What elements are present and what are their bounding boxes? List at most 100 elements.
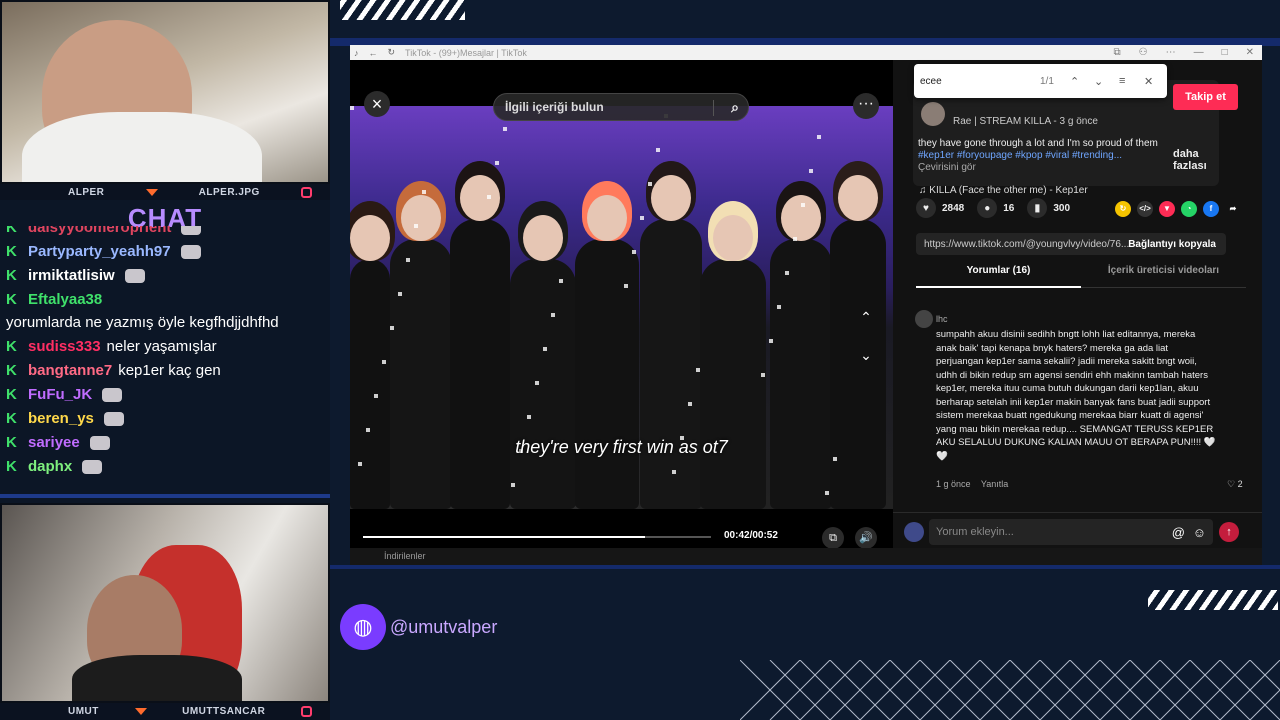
performer-body <box>350 259 390 509</box>
chat-username[interactable]: FuFu_JK <box>28 383 92 406</box>
hashtags[interactable]: #kep1er #foryoupage #kpop #viral #trendi… <box>918 150 1168 162</box>
kick-badge-icon: K <box>6 458 17 475</box>
find-prev-icon[interactable]: ⌃ <box>1070 75 1079 88</box>
music-line[interactable]: ♫ KILLA (Face the other me) - Kep1er <box>919 185 1088 196</box>
emote-icon <box>180 245 201 259</box>
video-progress-fill <box>363 536 645 538</box>
tab-comments[interactable]: Yorumlar (16) <box>916 258 1081 288</box>
confetti <box>817 135 821 139</box>
confetti <box>761 373 765 377</box>
performer-face <box>838 175 878 221</box>
chat-username[interactable]: bangtanne7 <box>28 359 112 382</box>
chat-username[interactable]: daphx <box>28 455 72 478</box>
share-arrow-icon[interactable]: ➦ <box>1225 201 1241 217</box>
find-query-input[interactable]: ecee <box>920 76 942 87</box>
bookmark-icon[interactable]: ▮ <box>1027 198 1048 218</box>
copy-link-button[interactable]: Bağlantıyı kopyala <box>1128 239 1216 250</box>
follow-button[interactable]: Takip et <box>1173 84 1238 110</box>
volume-icon[interactable]: 🔊 <box>855 527 877 549</box>
video-player[interactable]: × İlgili içeriği bulun ⌕ ··· ⌃ ⌄ they're… <box>350 60 893 552</box>
commenter-avatar[interactable] <box>915 310 933 328</box>
cam-name-left: ALPER <box>68 186 105 198</box>
see-translation-link[interactable]: Çevirisini gör <box>918 162 1168 174</box>
picture-in-picture-icon[interactable]: ⧉ <box>822 527 844 549</box>
performer-face <box>587 195 627 241</box>
heart-icon[interactable]: ♥ <box>916 198 936 218</box>
comment-count: 16 <box>1003 202 1015 214</box>
more-options-button[interactable]: ··· <box>853 93 879 119</box>
reload-icon[interactable]: ↻ <box>388 47 396 58</box>
confetti <box>366 428 370 432</box>
confetti <box>543 347 547 351</box>
like-stat[interactable]: ♥ 2848 <box>916 198 964 218</box>
comment-input[interactable]: Yorum ekleyin... @ ☺ <box>929 519 1213 545</box>
globe-icon: ◍ <box>340 604 386 650</box>
chat-username[interactable]: Partyparty_yeahh97 <box>28 240 171 263</box>
close-window-icon[interactable]: ✕ <box>1246 47 1254 58</box>
chat-username[interactable]: daisyyoomeroprient <box>28 226 171 239</box>
heart-outline-icon[interactable]: ♡ <box>1227 479 1235 489</box>
close-video-button[interactable]: × <box>364 91 390 117</box>
emoji-icon[interactable]: ☺ <box>1193 525 1206 540</box>
commenter-name[interactable]: lhc <box>936 314 948 324</box>
send-icon[interactable]: ▼ <box>1159 201 1175 217</box>
find-close-icon[interactable]: ✕ <box>1144 75 1153 88</box>
comment-stat[interactable]: ● 16 <box>977 198 1014 218</box>
whatsapp-icon[interactable]: ◔ <box>1181 201 1197 217</box>
related-search-input[interactable]: İlgili içeriği bulun ⌕ <box>493 93 749 121</box>
chat-message: Kberen_ys <box>6 407 324 430</box>
confetti <box>696 368 700 372</box>
music-title[interactable]: KILLA (Face the other me) - Kep1er <box>929 185 1087 196</box>
author-line[interactable]: Rae | STREAM KILLA - 3 g önce <box>953 116 1098 127</box>
confetti <box>382 360 386 364</box>
comment-icon[interactable]: ● <box>977 198 998 218</box>
minimize-icon[interactable]: — <box>1194 47 1204 58</box>
confetti <box>809 169 813 173</box>
profile-icon[interactable]: ⚇ <box>1139 47 1148 58</box>
chat-username[interactable]: sudiss333 <box>28 335 101 358</box>
confetti <box>398 292 402 296</box>
video-description: they have gone through a lot and I'm so … <box>918 138 1168 174</box>
video-time: 00:42/00:52 <box>724 530 778 541</box>
avatar[interactable] <box>921 102 945 126</box>
performer-face <box>350 215 390 261</box>
find-next-icon[interactable]: ⌄ <box>1094 75 1103 88</box>
chat-username[interactable]: sariyee <box>28 431 80 454</box>
performer-face <box>781 195 821 241</box>
chat-username[interactable]: Eftalyaa38 <box>28 288 102 311</box>
send-comment-button[interactable]: ↑ <box>1219 522 1239 542</box>
video-progress-bar[interactable] <box>363 536 711 538</box>
maximize-icon[interactable]: □ <box>1222 47 1228 58</box>
embed-icon[interactable]: </> <box>1137 201 1153 217</box>
comment-like-button[interactable]: ♡ 2 <box>1227 479 1243 490</box>
back-icon[interactable]: ← <box>369 48 378 58</box>
see-more-button[interactable]: daha fazlası <box>1173 148 1219 172</box>
video-url-field[interactable]: https://www.tiktok.com/@youngvlvy/video/… <box>916 233 1226 255</box>
confetti <box>672 470 676 474</box>
extension-icon[interactable]: ⧉ <box>1113 47 1120 58</box>
tab-creator-videos[interactable]: İçerik üreticisi videoları <box>1081 258 1246 288</box>
repost-icon[interactable]: ↻ <box>1115 201 1131 217</box>
save-stat[interactable]: ▮ 300 <box>1027 198 1070 218</box>
previous-video-icon[interactable]: ⌃ <box>855 306 877 328</box>
stripes-decor-top <box>340 0 465 20</box>
diamond-pattern <box>740 660 1280 720</box>
author-name[interactable]: Rae | STREAM KILLA <box>953 116 1051 127</box>
confetti <box>648 182 652 186</box>
menu-dots-icon[interactable]: ⋯ <box>1166 47 1176 58</box>
confetti <box>350 106 354 110</box>
confetti <box>640 216 644 220</box>
performer-body <box>510 259 576 509</box>
confetti <box>551 313 555 317</box>
find-options-icon[interactable]: ≡ <box>1119 75 1125 87</box>
emote-icon <box>102 388 123 402</box>
reply-button[interactable]: Yanıtla <box>981 479 1008 489</box>
chat-username[interactable]: irmiktatlisiw <box>28 264 115 287</box>
chat-message: Kdaphx <box>6 455 324 478</box>
facebook-icon[interactable]: f <box>1203 201 1219 217</box>
chat-username[interactable]: beren_ys <box>28 407 94 430</box>
chat-message: Kdaisyyoomeroprient <box>6 226 324 239</box>
mention-icon[interactable]: @ <box>1172 525 1185 540</box>
next-video-icon[interactable]: ⌄ <box>855 344 877 366</box>
search-icon[interactable]: ⌕ <box>731 99 739 116</box>
